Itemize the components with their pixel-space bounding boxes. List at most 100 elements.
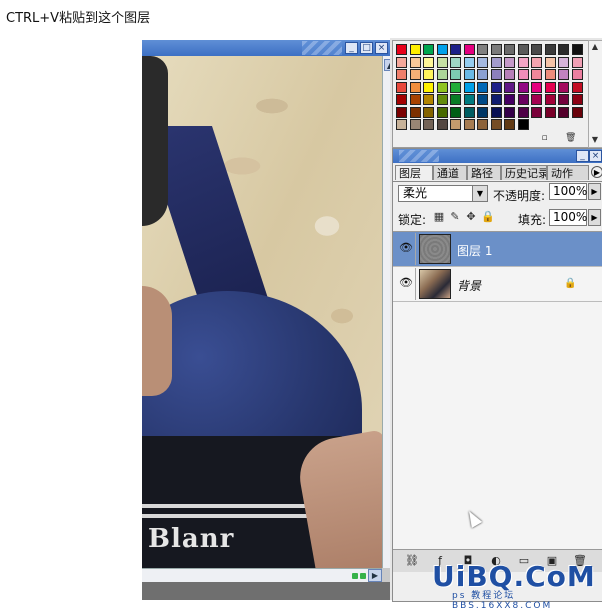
color-swatch[interactable] bbox=[517, 81, 529, 93]
color-swatch[interactable] bbox=[544, 44, 556, 55]
color-swatch[interactable] bbox=[409, 69, 421, 80]
close-button[interactable]: × bbox=[589, 150, 602, 162]
color-swatch[interactable] bbox=[396, 56, 407, 68]
color-swatch[interactable] bbox=[477, 119, 488, 130]
color-swatch[interactable] bbox=[409, 119, 421, 130]
color-swatch[interactable] bbox=[490, 69, 502, 80]
minimize-button[interactable]: _ bbox=[576, 150, 589, 162]
color-swatch[interactable] bbox=[436, 94, 448, 105]
color-swatch[interactable] bbox=[558, 44, 569, 55]
minimize-button[interactable]: _ bbox=[345, 42, 358, 54]
tab-paths[interactable]: 路径 bbox=[467, 165, 501, 180]
chevron-down-icon[interactable]: ▼ bbox=[472, 186, 487, 201]
color-swatch[interactable] bbox=[558, 56, 569, 68]
color-swatch[interactable] bbox=[517, 44, 529, 55]
color-swatch[interactable] bbox=[517, 69, 529, 80]
color-swatch[interactable] bbox=[423, 69, 434, 80]
color-swatch[interactable] bbox=[409, 56, 421, 68]
eye-icon[interactable]: 👁 bbox=[399, 277, 413, 289]
layer-row-background[interactable]: 👁 背景 🔒 bbox=[393, 267, 602, 302]
opacity-field[interactable]: 100% bbox=[549, 183, 587, 200]
color-swatch[interactable] bbox=[396, 119, 407, 130]
lock-image-icon[interactable]: ✎ bbox=[449, 211, 461, 223]
color-swatch[interactable] bbox=[490, 106, 502, 118]
color-swatch[interactable] bbox=[409, 94, 421, 105]
color-swatch[interactable] bbox=[409, 81, 421, 93]
color-swatch[interactable] bbox=[409, 106, 421, 118]
color-swatch[interactable] bbox=[436, 69, 448, 80]
eye-icon[interactable]: 👁 bbox=[399, 242, 413, 254]
color-swatch[interactable] bbox=[544, 69, 556, 80]
lock-transparent-icon[interactable]: ▦ bbox=[433, 211, 445, 223]
color-swatch[interactable] bbox=[504, 81, 515, 93]
color-swatch[interactable] bbox=[531, 106, 542, 118]
color-swatch[interactable] bbox=[423, 56, 434, 68]
delete-swatch-icon[interactable]: 🗑 bbox=[565, 133, 576, 144]
color-swatch[interactable] bbox=[450, 81, 461, 93]
color-swatch[interactable] bbox=[571, 81, 583, 93]
color-swatch[interactable] bbox=[436, 56, 448, 68]
swatches-scrollbar[interactable]: ▲ ▼ bbox=[588, 40, 602, 148]
new-swatch-icon[interactable]: ▫ bbox=[539, 133, 550, 144]
color-swatch[interactable] bbox=[504, 94, 515, 105]
color-swatch[interactable] bbox=[396, 69, 407, 80]
lock-position-icon[interactable]: ✥ bbox=[465, 211, 477, 223]
color-swatch[interactable] bbox=[558, 81, 569, 93]
color-swatch[interactable] bbox=[463, 119, 475, 130]
color-swatch[interactable] bbox=[436, 106, 448, 118]
color-swatch[interactable] bbox=[423, 81, 434, 93]
color-swatch[interactable] bbox=[490, 81, 502, 93]
tab-channels[interactable]: 通道 bbox=[433, 165, 467, 180]
layer-row-layer-1[interactable]: 👁 图层 1 bbox=[393, 232, 602, 267]
tab-actions[interactable]: 动作 bbox=[547, 165, 589, 180]
horizontal-scrollbar[interactable]: ▶ bbox=[142, 568, 382, 583]
color-swatch[interactable] bbox=[477, 106, 488, 118]
color-swatch[interactable] bbox=[558, 106, 569, 118]
scroll-down-arrow[interactable]: ▼ bbox=[590, 135, 600, 145]
color-swatch[interactable] bbox=[450, 56, 461, 68]
color-swatch[interactable] bbox=[558, 69, 569, 80]
fill-slider-arrow[interactable]: ▶ bbox=[588, 209, 601, 226]
color-swatch[interactable] bbox=[517, 119, 529, 130]
tab-history[interactable]: 历史记录 bbox=[501, 165, 547, 180]
scroll-up-arrow[interactable]: ▲ bbox=[590, 42, 600, 52]
color-swatch[interactable] bbox=[450, 69, 461, 80]
color-swatch[interactable] bbox=[423, 119, 434, 130]
color-swatch[interactable] bbox=[423, 44, 434, 55]
color-swatch[interactable] bbox=[436, 119, 448, 130]
opacity-slider-arrow[interactable]: ▶ bbox=[588, 183, 601, 200]
color-swatch[interactable] bbox=[450, 44, 461, 55]
color-swatch[interactable] bbox=[517, 56, 529, 68]
color-swatch[interactable] bbox=[409, 44, 421, 55]
color-swatch[interactable] bbox=[504, 44, 515, 55]
color-swatch[interactable] bbox=[436, 44, 448, 55]
blend-mode-select[interactable]: 柔光 ▼ bbox=[398, 185, 488, 202]
color-swatch[interactable] bbox=[450, 106, 461, 118]
color-swatch[interactable] bbox=[396, 94, 407, 105]
tab-layers[interactable]: 图层 bbox=[395, 165, 433, 180]
color-swatch[interactable] bbox=[477, 69, 488, 80]
color-swatch[interactable] bbox=[423, 106, 434, 118]
close-button[interactable]: × bbox=[375, 42, 388, 54]
color-swatch[interactable] bbox=[490, 94, 502, 105]
color-swatch[interactable] bbox=[463, 56, 475, 68]
color-swatch[interactable] bbox=[490, 56, 502, 68]
color-swatch[interactable] bbox=[571, 94, 583, 105]
color-swatch[interactable] bbox=[490, 44, 502, 55]
color-swatch[interactable] bbox=[544, 106, 556, 118]
color-swatch[interactable] bbox=[463, 81, 475, 93]
color-swatch[interactable] bbox=[544, 56, 556, 68]
color-swatch[interactable] bbox=[517, 94, 529, 105]
link-layers-icon[interactable]: ⛓ bbox=[405, 554, 419, 568]
color-swatch[interactable] bbox=[531, 81, 542, 93]
color-swatch[interactable] bbox=[477, 81, 488, 93]
color-swatch[interactable] bbox=[463, 69, 475, 80]
maximize-button[interactable]: □ bbox=[360, 42, 373, 54]
color-swatch[interactable] bbox=[423, 94, 434, 105]
scroll-right-arrow[interactable]: ▶ bbox=[368, 569, 382, 582]
color-swatch[interactable] bbox=[531, 94, 542, 105]
color-swatch[interactable] bbox=[436, 81, 448, 93]
canvas-photo[interactable]: Blanr bbox=[142, 56, 382, 568]
color-swatch[interactable] bbox=[490, 119, 502, 130]
color-swatch[interactable] bbox=[504, 69, 515, 80]
